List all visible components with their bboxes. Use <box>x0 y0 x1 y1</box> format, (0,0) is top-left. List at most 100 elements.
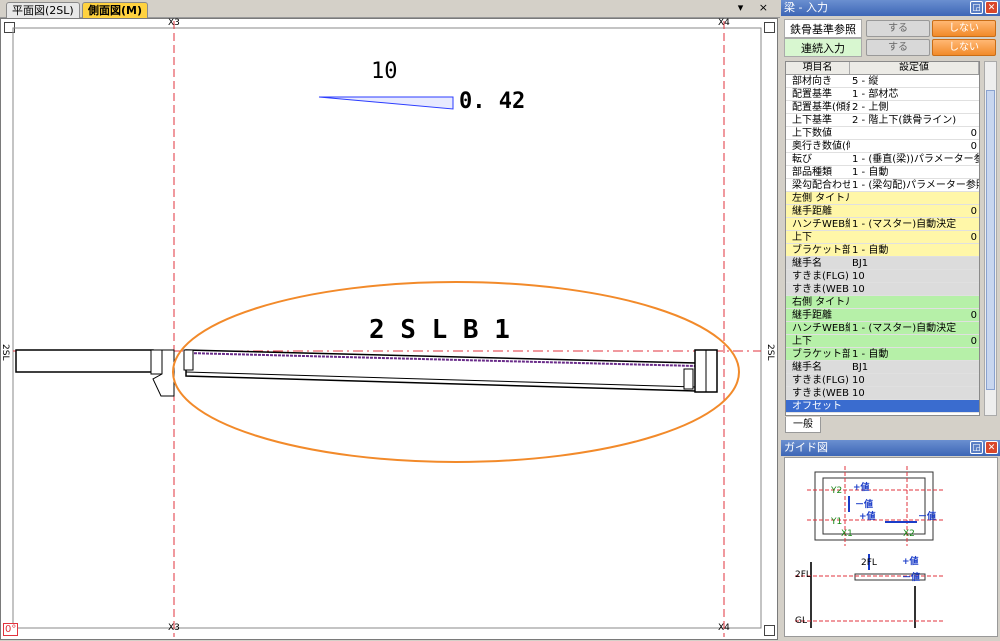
property-value-cell[interactable]: 1 - (マスター)自動決定 <box>850 322 979 334</box>
property-value: 1 - 自動 <box>852 245 889 256</box>
property-row[interactable]: 部材向き 5 - 縦 <box>786 75 979 88</box>
property-value-cell[interactable] <box>850 400 979 412</box>
property-value-cell[interactable]: 5 - 縦 <box>850 75 979 87</box>
property-row[interactable]: ブラケット部品1 - 自動 <box>786 244 979 257</box>
property-row[interactable]: すきま(FLG) 10 <box>786 374 979 387</box>
beam-input-panel: 梁 - 入力 ◲ ✕ 鉄骨基準参照 する しない 連続入力 する しない 項目名… <box>781 0 1000 640</box>
property-row[interactable]: 上下基準 2 - 階上下(鉄骨ライン) <box>786 114 979 127</box>
tab-general[interactable]: 一般 <box>785 417 821 433</box>
property-row[interactable]: 転び 1 - (垂直(梁))パラメーター参照 <box>786 153 979 166</box>
guide-y2: Y2 <box>831 486 843 496</box>
property-row[interactable]: 梁勾配合わせ 1 - (梁勾配)パラメーター参照 <box>786 179 979 192</box>
property-value-cell[interactable]: 10 <box>850 283 979 295</box>
property-name: 部品種類 <box>792 167 832 178</box>
left-beam <box>15 349 154 373</box>
property-value-cell[interactable]: 1 - (マスター)自動決定 <box>850 218 979 230</box>
property-row[interactable]: 配置基準(傾斜)2 - 上側 <box>786 101 979 114</box>
property-value-cell[interactable]: 0 <box>850 127 979 139</box>
property-row[interactable]: すきま(FLG) 10 <box>786 270 979 283</box>
property-row[interactable]: 上下 0 <box>786 335 979 348</box>
property-name: 上下数値 <box>792 128 832 139</box>
property-value-cell[interactable]: 0 <box>850 309 979 321</box>
guide-close-icon[interactable]: ✕ <box>985 441 998 454</box>
guide-pin-icon[interactable]: ◲ <box>970 441 983 454</box>
property-row[interactable]: 奥行き数値(傾斜) 0 <box>786 140 979 153</box>
steel-ref-no-button[interactable]: しない <box>932 20 996 37</box>
guide-minus-value-3: －値 <box>902 573 921 583</box>
property-row[interactable]: ブラケット部品1 - 自動 <box>786 348 979 361</box>
panel-close-icon[interactable]: ✕ <box>985 1 998 14</box>
property-value-cell[interactable]: 1 - 自動 <box>850 348 979 360</box>
property-row[interactable]: 継手距離 0 <box>786 309 979 322</box>
window-controls[interactable]: ▾ × <box>738 1 774 14</box>
property-value: 10 <box>852 375 865 386</box>
drawing-canvas[interactable]: X3 X4 X3 X4 2SL 2SL 10 0. 42 2 S L B 1 0… <box>0 18 778 640</box>
option-row-steel-ref: 鉄骨基準参照 する しない <box>784 19 998 38</box>
steel-ref-yes-button[interactable]: する <box>866 20 930 37</box>
guide-y1: Y1 <box>831 517 843 527</box>
property-value: 2 - 上側 <box>852 102 889 113</box>
property-value-cell[interactable]: 10 <box>850 387 979 399</box>
property-value-cell[interactable]: 10 <box>850 270 979 282</box>
property-value-cell[interactable]: 1 - 自動 <box>850 244 979 256</box>
property-row[interactable]: 部品種類 1 - 自動 <box>786 166 979 179</box>
property-row[interactable]: 継手距離 0 <box>786 205 979 218</box>
property-row[interactable]: すきま(WEB) 10 <box>786 387 979 400</box>
property-row[interactable]: 配置基準 1 - 部材芯 <box>786 88 979 101</box>
tab-plan-view[interactable]: 平面図(2SL) <box>6 2 80 18</box>
property-name: 継手名 <box>792 258 822 269</box>
property-value-cell[interactable] <box>850 192 979 204</box>
property-number: 0 <box>970 232 977 243</box>
guide-x2: X2 <box>903 529 915 539</box>
property-name: 配置基準 <box>792 89 832 100</box>
property-row[interactable]: 左側 タイトル <box>786 192 979 205</box>
property-grid[interactable]: 項目名 設定値 部材向き 5 - 縦配置基準 1 - 部材芯配置基準(傾斜)2 - … <box>785 61 980 416</box>
property-value-cell[interactable]: 0 <box>850 231 979 243</box>
property-row[interactable]: ハンチWEB継手1 - (マスター)自動決定 <box>786 218 979 231</box>
property-name: ブラケット部品 <box>792 349 850 360</box>
property-row[interactable]: オフセット <box>786 400 979 413</box>
property-value-cell[interactable]: 2 - 階上下(鉄骨ライン) <box>850 114 979 126</box>
grid-label-x4-top: X4 <box>718 18 730 28</box>
property-value-cell[interactable]: 1 - (梁勾配)パラメーター参照 <box>850 179 979 191</box>
grid-header: 項目名 設定値 <box>786 62 979 75</box>
property-value-cell[interactable]: 10 <box>850 374 979 386</box>
property-value: 10 <box>852 284 865 295</box>
continuous-no-button[interactable]: しない <box>932 39 996 56</box>
property-row[interactable]: 上下 0 <box>786 231 979 244</box>
property-value-cell[interactable]: 1 - 自動 <box>850 166 979 178</box>
property-row[interactable]: 右側 タイトル <box>786 296 979 309</box>
property-value: 1 - (マスター)自動決定 <box>852 323 957 334</box>
property-value-cell[interactable]: BJ1 <box>850 257 979 269</box>
panel-pin-icon[interactable]: ◲ <box>970 1 983 14</box>
property-row[interactable]: すきま(WEB) 10 <box>786 283 979 296</box>
property-value-cell[interactable]: 1 - 部材芯 <box>850 88 979 100</box>
guide-minus-value-2: －値 <box>918 512 937 522</box>
property-name: オフセット <box>792 401 842 412</box>
guide-2fl-right: 2FL <box>861 558 877 568</box>
property-name: 右側 タイトル <box>792 297 850 308</box>
property-number: 0 <box>970 141 977 152</box>
property-value-cell[interactable]: 0 <box>850 205 979 217</box>
property-row[interactable]: 継手名 BJ1 <box>786 257 979 270</box>
property-value-cell[interactable] <box>850 296 979 308</box>
property-row[interactable]: 継手名 BJ1 <box>786 361 979 374</box>
grid-scrollbar[interactable] <box>984 61 997 416</box>
continuous-yes-button[interactable]: する <box>866 39 930 56</box>
property-name: 継手距離 <box>792 206 832 217</box>
property-value-cell[interactable]: 0 <box>850 335 979 347</box>
property-value: 1 - 自動 <box>852 167 889 178</box>
property-number: 0 <box>970 206 977 217</box>
property-value-cell[interactable]: 0 <box>850 140 979 152</box>
tab-side-view[interactable]: 側面図(M) <box>82 2 149 18</box>
guide-title-bar: ガイド図 ◲ ✕ <box>781 440 1000 456</box>
property-value-cell[interactable]: BJ1 <box>850 361 979 373</box>
angle-indicator: 0° <box>3 623 19 636</box>
property-value-cell[interactable]: 1 - (垂直(梁))パラメーター参照 <box>850 153 979 165</box>
property-name: すきま(FLG) <box>792 271 849 282</box>
scrollbar-thumb[interactable] <box>986 90 995 390</box>
property-value-cell[interactable]: 2 - 上側 <box>850 101 979 113</box>
property-name: 梁勾配合わせ <box>792 180 850 191</box>
property-row[interactable]: ハンチWEB継手1 - (マスター)自動決定 <box>786 322 979 335</box>
property-row[interactable]: 上下数値 0 <box>786 127 979 140</box>
